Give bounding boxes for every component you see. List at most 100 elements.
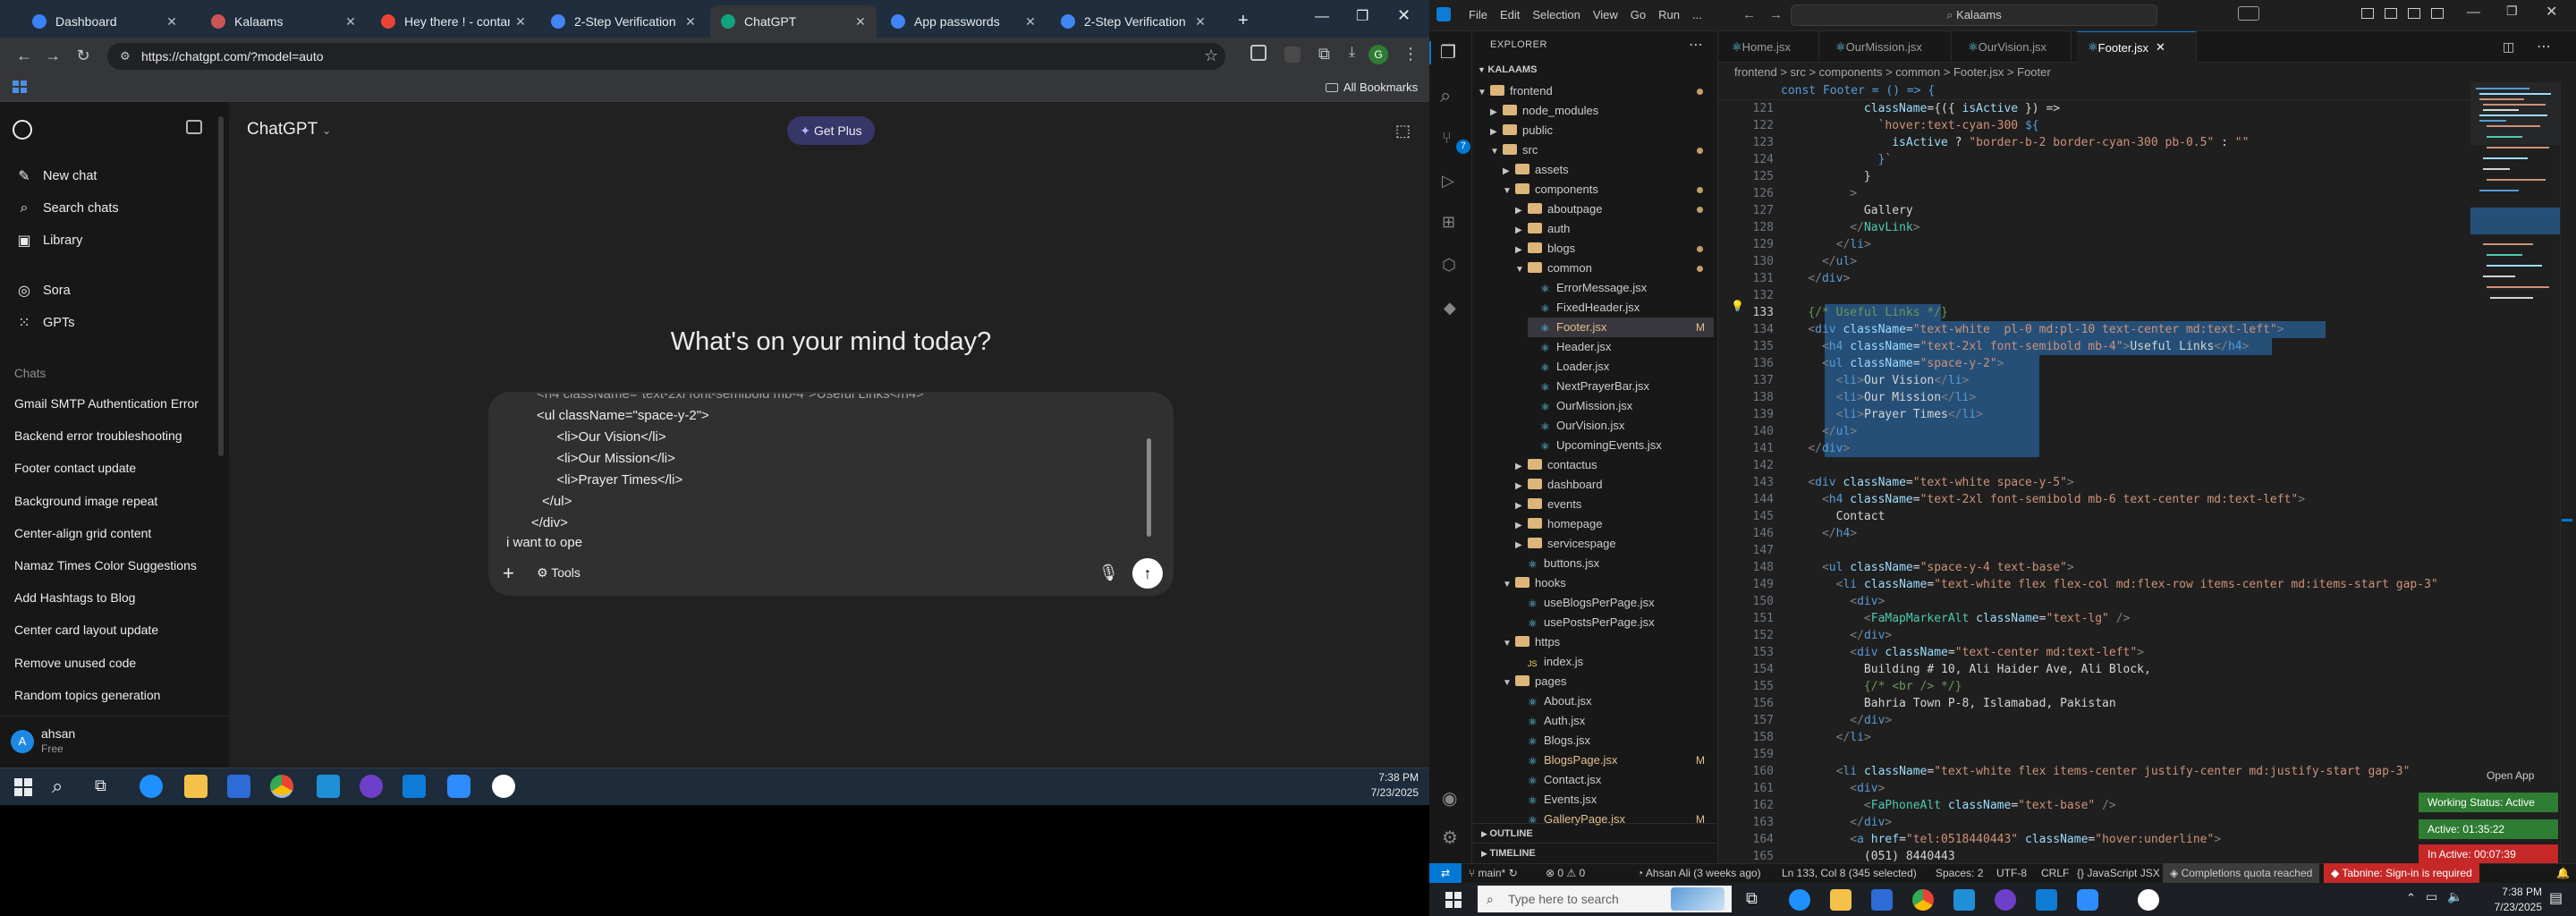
menu-item[interactable]: File (1469, 8, 1487, 21)
tools-button[interactable]: ⚙ Tools (537, 565, 580, 581)
language-mode[interactable]: {} JavaScript JSX (2077, 863, 2160, 883)
composer-text-line[interactable]: <li>Our Mission</li> (549, 451, 675, 466)
prompt-draft[interactable]: i want to ope (506, 535, 582, 550)
active-time-badge[interactable]: Active: 01:35:22 (2419, 819, 2558, 839)
apps-grid-icon[interactable] (13, 81, 27, 93)
task-view-icon[interactable]: ⧉ (1746, 889, 1758, 908)
chat-history-item[interactable]: Random topics generation (14, 688, 160, 702)
file-explorer-icon[interactable] (1830, 889, 1852, 911)
file-item[interactable]: ⚛ NextPrayerBar.jsx (1528, 377, 1714, 396)
copilot-icon[interactable] (2238, 6, 2259, 21)
browser-tab[interactable]: 2-Step Verification ✕ (540, 5, 707, 38)
tray-chevron-icon[interactable]: ⌃ (2406, 891, 2416, 905)
file-item[interactable]: ⚛ buttons.jsx (1515, 554, 1714, 573)
account-icon[interactable]: ◉ (1442, 787, 1457, 810)
code-line[interactable]: <li>Our Mission</li> (1780, 389, 1977, 406)
code-line[interactable]: </h4> (1780, 525, 1857, 542)
folder-item[interactable]: ▼ https (1503, 632, 1714, 652)
chat-history-item[interactable]: Remove unused code (14, 656, 136, 670)
windows-start-icon[interactable] (1445, 892, 1462, 908)
forward-icon[interactable]: → (41, 47, 64, 65)
code-line[interactable]: Bahria Town P-8, Islamabad, Pakistan (1780, 695, 2116, 712)
code-line[interactable]: </div> (1780, 627, 1892, 644)
taskbar-clock[interactable]: 7:38 PM 7/23/2025 (1356, 771, 1419, 799)
app-icon[interactable] (1953, 889, 1975, 911)
tab-close-icon[interactable]: ✕ (1020, 14, 1041, 30)
close-window-button[interactable]: ✕ (2546, 3, 2557, 21)
composer-scrollbar[interactable] (1147, 438, 1151, 537)
indentation[interactable]: Spaces: 2 (1936, 863, 1983, 883)
attach-plus-button[interactable]: + (503, 562, 514, 585)
app-icon-2[interactable] (492, 775, 515, 798)
app-icon[interactable] (317, 775, 340, 798)
address-bar[interactable]: https://chatgpt.com/?model=auto (107, 43, 1225, 70)
new-tab-button[interactable]: + (1238, 11, 1249, 31)
folder-item[interactable]: ▶ auth (1515, 219, 1714, 239)
folder-item[interactable]: ▼ components (1503, 180, 1714, 199)
browser-tab[interactable]: App passwords ✕ (880, 5, 1046, 38)
chat-history-item[interactable]: Footer contact update (14, 461, 136, 475)
model-selector[interactable]: ChatGPT ⌄ (247, 120, 331, 140)
menu-item[interactable]: Go (1631, 8, 1646, 21)
user-profile[interactable] (0, 716, 229, 768)
temporary-chat-icon[interactable]: ⬚ (1395, 122, 1411, 140)
folder-item[interactable]: ▶ dashboard (1515, 475, 1714, 495)
code-line[interactable]: <FaMapMarkerAlt className="text-lg" /> (1780, 610, 2130, 627)
code-line[interactable]: <ul className="space-y-2"> (1780, 355, 2004, 372)
folder-item[interactable]: ▶ blogs (1515, 239, 1714, 259)
folder-item[interactable]: ▶ servicespage (1515, 534, 1714, 554)
nav-back-icon[interactable]: ← (1742, 7, 1756, 22)
code-line[interactable]: <h4 className="text-2xl font-semibold mb… (1780, 338, 2249, 355)
menu-item[interactable]: Selection (1532, 8, 1580, 21)
sidebar-scrollbar[interactable] (218, 116, 224, 456)
new-chat-button[interactable]: ✎ New chat (11, 161, 218, 191)
code-line[interactable]: isActive ? "border-b-2 border-cyan-300 p… (1780, 134, 2249, 151)
code-line[interactable]: </li> (1780, 236, 1871, 253)
file-item[interactable]: ⚛ usePostsPerPage.jsx (1515, 613, 1714, 632)
menu-item[interactable]: ... (1692, 8, 1702, 21)
code-line[interactable]: } (1780, 168, 1871, 185)
code-line[interactable]: </ul> (1780, 423, 1857, 440)
code-line[interactable]: Gallery (1780, 202, 1913, 219)
code-line[interactable]: </div> (1780, 270, 1850, 287)
search-icon[interactable]: ⌕ (1440, 84, 1451, 107)
code-line[interactable]: Building # 10, Ali Haider Ave, Ali Block… (1780, 661, 2151, 678)
all-bookmarks[interactable]: All Bookmarks (1326, 81, 1418, 94)
github-desktop-icon[interactable] (360, 775, 383, 798)
command-center-search[interactable]: ⌕ Kalaams (1791, 4, 2157, 26)
chrome-icon[interactable] (270, 775, 293, 798)
inactive-time-badge[interactable]: In Active: 00:07:39 (2419, 844, 2558, 864)
chat-history-item[interactable]: Namaz Times Color Suggestions (14, 558, 197, 572)
tab-close-icon[interactable]: ✕ (161, 14, 182, 30)
code-line[interactable]: <ul className="space-y-4 text-base"> (1780, 559, 2074, 576)
extension-icon-2[interactable] (1284, 47, 1301, 63)
encoding[interactable]: UTF-8 (1996, 863, 2027, 883)
chat-history-item[interactable]: Gmail SMTP Authentication Error (14, 396, 199, 411)
source-control-icon[interactable]: ⑂ (1442, 129, 1452, 148)
tab-close-icon[interactable]: ✕ (510, 14, 531, 30)
browser-tab[interactable]: ChatGPT ✕ (710, 5, 877, 38)
nav-forward-icon[interactable]: → (1769, 7, 1783, 22)
cursor-position[interactable]: Ln 133, Col 8 (345 selected) (1782, 863, 1917, 883)
code-line[interactable]: <div className="text-center md:text-left… (1780, 644, 2144, 661)
taskbar-clock[interactable]: 7:38 PM 7/23/2025 (2478, 886, 2542, 913)
git-branch[interactable]: ⑂ main* ↻ (1469, 863, 1518, 883)
file-item[interactable]: ⚛ ErrorMessage.jsx (1528, 278, 1714, 298)
search-chats-button[interactable]: ⌕ Search chats (11, 193, 218, 224)
vscode-icon[interactable] (402, 775, 426, 798)
editor-scrollbar[interactable] (2560, 82, 2572, 863)
file-item[interactable]: ⚛ OurMission.jsx (1528, 396, 1714, 416)
app-icon-2[interactable] (2138, 889, 2159, 911)
notifications-icon[interactable]: ▤ (2549, 889, 2563, 907)
editor-tab[interactable]: ⚛ Footer.jsx ✕ (2077, 31, 2197, 63)
tab-close-icon[interactable]: ✕ (680, 14, 701, 30)
timeline-section[interactable]: ▶ TIMELINE (1472, 843, 1718, 862)
code-line[interactable]: {/* Useful Links */} (1780, 304, 1948, 321)
file-item[interactable]: ⚛ Blogs.jsx (1515, 731, 1714, 751)
editor-tab[interactable]: ⚛ OurVision.jsx (1957, 31, 2072, 63)
workspace-root[interactable]: ▼ KALAAMS (1478, 64, 1537, 75)
folder-item[interactable]: ▼ pages (1503, 672, 1714, 691)
vscode-icon[interactable] (2036, 889, 2057, 911)
browser-tab[interactable]: Kalaams ✕ (200, 5, 367, 38)
notifications-bell-icon[interactable]: 🔔 (2556, 863, 2570, 883)
